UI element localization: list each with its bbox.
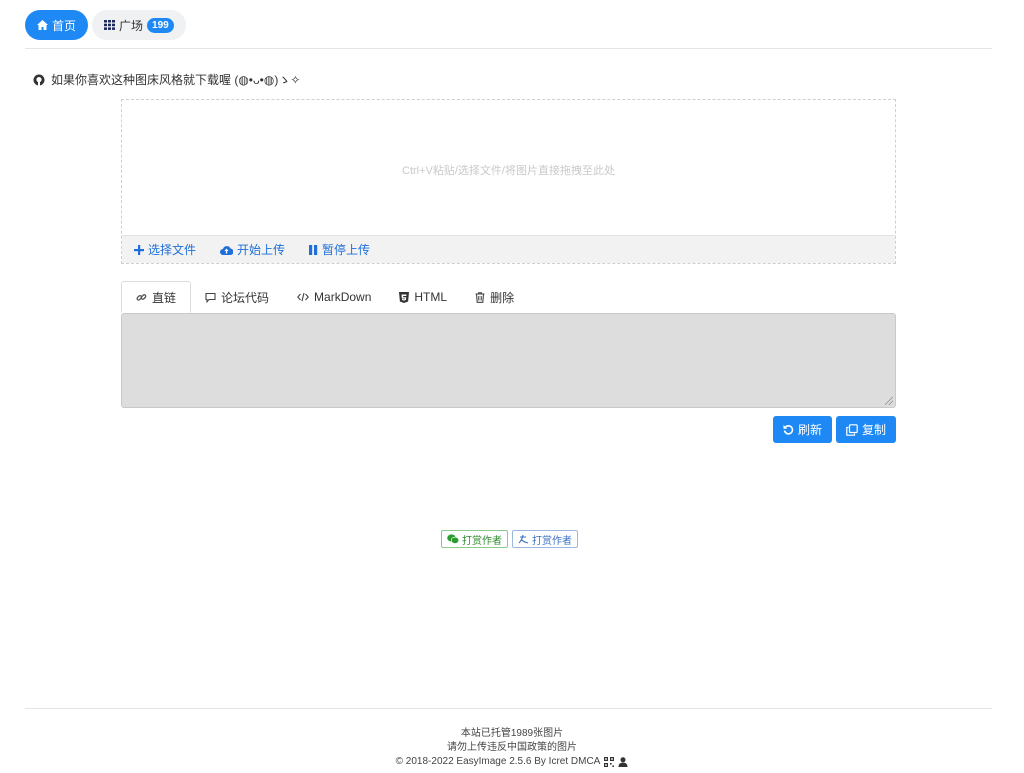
comment-icon [205, 292, 216, 303]
footer-copyright-row: © 2018-2022 EasyImage 2.5.6 By Icret DMC… [0, 755, 1024, 769]
select-file-button[interactable]: 选择文件 [134, 241, 196, 258]
grid-icon [104, 20, 116, 30]
github-icon [33, 74, 45, 86]
tab-markdown[interactable]: MarkDown [283, 281, 385, 313]
alipay-icon [518, 534, 529, 544]
qrcode-icon[interactable] [604, 757, 615, 767]
refresh-icon [783, 424, 794, 435]
home-icon [37, 20, 48, 30]
footer-divider [25, 708, 992, 709]
top-divider [25, 48, 992, 49]
tab-direct-link-label: 直链 [152, 290, 177, 305]
tab-forum-code-label: 论坛代码 [221, 290, 270, 305]
tab-html[interactable]: HTML [385, 281, 461, 313]
donate-buttons: 打赏作者 打赏作者 [441, 530, 578, 548]
nav-square-button[interactable]: 广场 199 [92, 10, 186, 40]
footer: 本站已托管1989张图片 请勿上传违反中国政策的图片 © 2018-2022 E… [0, 727, 1024, 769]
tab-markdown-label: MarkDown [314, 290, 372, 304]
nav-home-button[interactable]: 首页 [25, 10, 89, 40]
output-actions: 刷新 复制 [772, 416, 896, 443]
donate-wechat-label: 打赏作者 [462, 535, 502, 547]
select-file-label: 选择文件 [148, 243, 197, 257]
footer-copyright: © 2018-2022 EasyImage 2.5.6 By Icret DMC… [395, 756, 601, 767]
link-format-tabs: 直链 论坛代码 MarkDown HTML 删除 [121, 281, 896, 313]
start-upload-button[interactable]: 开始上传 [220, 241, 285, 258]
upload-dropzone[interactable]: Ctrl+V粘贴/选择文件/将图片直接拖拽至此处 选择文件 开始上传 暂停上传 [121, 99, 896, 264]
tab-html-label: HTML [414, 290, 448, 304]
trash-icon [475, 291, 485, 303]
upload-toolbar: 选择文件 开始上传 暂停上传 [122, 235, 895, 263]
user-icon[interactable] [618, 757, 628, 767]
copy-label: 复制 [861, 423, 886, 437]
start-upload-label: 开始上传 [237, 243, 286, 257]
donate-alipay-label: 打赏作者 [532, 535, 572, 547]
copy-button[interactable]: 复制 [835, 416, 896, 443]
nav-home-label: 首页 [52, 18, 77, 33]
resize-grip[interactable] [885, 397, 893, 405]
tab-direct-link[interactable]: 直链 [121, 281, 192, 313]
square-count-badge: 199 [147, 17, 174, 33]
donate-wechat-button[interactable]: 打赏作者 [441, 530, 508, 548]
refresh-label: 刷新 [797, 423, 822, 437]
footer-policy-notice: 请勿上传违反中国政策的图片 [447, 742, 577, 753]
link-icon [136, 292, 147, 303]
code-icon [297, 292, 309, 302]
tab-delete[interactable]: 删除 [461, 281, 528, 313]
footer-hosted-count: 本站已托管1989张图片 [460, 728, 564, 739]
github-notice-link[interactable]: 如果你喜欢这种图床风格就下载喔 (◍•ᴗ•◍)ゝ✧ [33, 71, 300, 88]
plus-icon [134, 244, 144, 255]
copy-icon [846, 423, 858, 436]
pause-upload-label: 暂停上传 [322, 243, 371, 257]
wechat-icon [447, 534, 459, 544]
tab-delete-label: 删除 [490, 290, 515, 305]
cloud-upload-icon [220, 245, 234, 255]
dropzone-hint: Ctrl+V粘贴/选择文件/将图片直接拖拽至此处 [402, 165, 615, 177]
html5-icon [399, 291, 410, 303]
pause-icon [309, 244, 318, 255]
donate-alipay-button[interactable]: 打赏作者 [512, 530, 578, 548]
tab-forum-code[interactable]: 论坛代码 [191, 281, 283, 313]
pause-upload-button[interactable]: 暂停上传 [309, 241, 370, 258]
top-nav: 首页 广场 199 [25, 10, 186, 40]
github-notice-text: 如果你喜欢这种图床风格就下载喔 (◍•ᴗ•◍)ゝ✧ [51, 73, 301, 87]
nav-square-label: 广场 [119, 18, 144, 33]
link-output-textarea[interactable] [121, 313, 896, 408]
refresh-button[interactable]: 刷新 [772, 416, 832, 443]
